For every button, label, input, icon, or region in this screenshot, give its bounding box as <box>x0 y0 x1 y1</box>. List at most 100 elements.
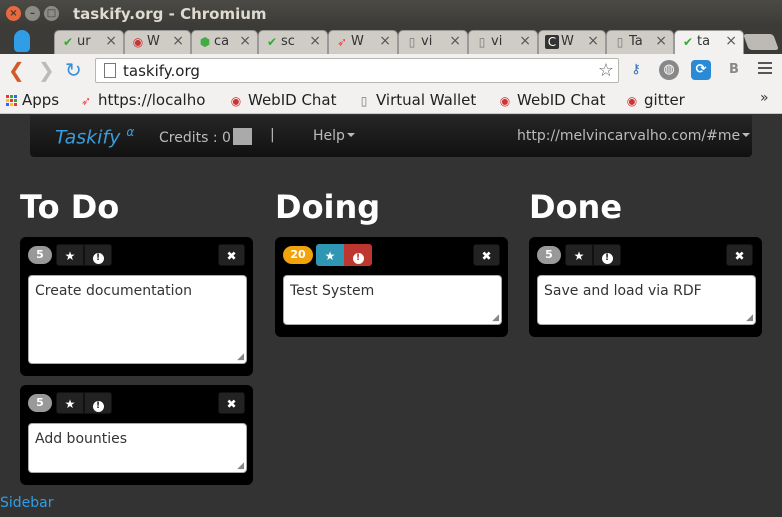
bounty-badge: 5 <box>537 246 561 264</box>
delete-task-button[interactable]: ✖ <box>218 392 245 414</box>
task-text-field[interactable]: Test System ◢ <box>283 275 502 325</box>
window-maximize-button[interactable]: □ <box>44 6 59 21</box>
checkmark-icon: ✔ <box>682 35 694 49</box>
app-navbar: Taskify α Credits : 0 | Help http://melv… <box>30 115 752 157</box>
delete-task-button[interactable]: ✖ <box>726 244 753 266</box>
browser-tab[interactable]: ▯ Ta × <box>606 30 674 54</box>
address-url[interactable]: taskify.org <box>123 62 200 80</box>
page-icon <box>104 63 116 78</box>
c-icon: C <box>545 35 559 49</box>
forward-arrow-icon[interactable]: ❯ <box>38 59 55 81</box>
browser-tab[interactable]: ✔ ur × <box>54 30 124 54</box>
browser-tab[interactable]: ◉ W × <box>124 30 191 54</box>
tab-close-icon[interactable]: × <box>449 33 461 49</box>
browser-tab[interactable]: ➶ W × <box>328 30 398 54</box>
star-button[interactable]: ★ <box>56 392 84 414</box>
sidebar-link[interactable]: Sidebar <box>0 495 54 511</box>
address-bar[interactable]: taskify.org ☆ <box>95 58 619 83</box>
bookmark-webid-chat[interactable]: ◉ WebID Chat <box>228 91 337 109</box>
page-icon: ▯ <box>360 94 368 108</box>
extension-sync-icon[interactable]: ⟳ <box>691 60 711 80</box>
star-button-active[interactable]: ★ <box>316 244 344 266</box>
close-icon: ✖ <box>226 249 237 263</box>
window-title: taskify.org - Chromium <box>73 5 267 23</box>
priority-button[interactable]: ! <box>593 244 621 266</box>
tab-close-icon[interactable]: × <box>309 33 321 49</box>
back-arrow-icon[interactable]: ❮ <box>8 59 25 81</box>
priority-button[interactable]: ! <box>84 244 112 266</box>
navbar-separator: | <box>270 127 275 143</box>
priority-button[interactable]: ! <box>84 392 112 414</box>
page-content: Taskify α Credits : 0 | Help http://melv… <box>0 115 782 517</box>
webid-chat-icon: ◉ <box>230 94 242 108</box>
browser-tab[interactable]: ▯ vi × <box>468 30 538 54</box>
window-minimize-button[interactable]: – <box>25 6 40 21</box>
task-card: 5 ★ ! ✖ Add bounties ◢ <box>20 385 253 485</box>
resize-handle-icon[interactable]: ◢ <box>746 313 753 323</box>
extension-bitcoin-icon[interactable]: B <box>724 60 744 80</box>
task-card: 20 ★ ! ✖ Test System ◢ <box>275 237 508 337</box>
chrome-menu-icon[interactable] <box>758 62 772 77</box>
resize-handle-icon[interactable]: ◢ <box>492 313 499 323</box>
window-close-button[interactable]: × <box>6 6 21 21</box>
tab-close-icon[interactable]: × <box>239 33 251 49</box>
checkmark-icon: ✔ <box>266 35 278 49</box>
browser-tab[interactable]: ▯ vi × <box>398 30 468 54</box>
bookmark-webid-chat-2[interactable]: ◉ WebID Chat <box>497 91 606 109</box>
extension-key-icon[interactable]: ⚷ <box>626 60 646 80</box>
exclamation-icon: ! <box>601 253 613 264</box>
tab-close-icon[interactable]: × <box>655 33 667 49</box>
brand-logo[interactable]: Taskify α <box>55 125 134 148</box>
star-button[interactable]: ★ <box>56 244 84 266</box>
column-title-doing: Doing <box>275 188 381 226</box>
star-icon: ★ <box>573 249 585 263</box>
bookmark-star-icon[interactable]: ☆ <box>598 60 614 81</box>
tab-close-icon[interactable]: × <box>587 33 599 49</box>
close-icon: ✖ <box>481 249 492 263</box>
browser-tab-active[interactable]: ✔ ta × <box>674 30 744 54</box>
delete-task-button[interactable]: ✖ <box>473 244 500 266</box>
tab-strip: ✔ ur × ◉ W × ⬢ ca × ✔ sc × ➶ W × ▯ vi × … <box>0 28 782 54</box>
star-button[interactable]: ★ <box>565 244 593 266</box>
user-dropdown[interactable]: http://melvincarvalho.com/#me <box>517 128 751 144</box>
bookmarks-overflow-icon[interactable]: » <box>760 90 769 106</box>
resize-handle-icon[interactable]: ◢ <box>237 352 244 362</box>
reload-icon[interactable]: ↻ <box>65 59 82 81</box>
page-icon: ▯ <box>616 35 624 49</box>
task-text-field[interactable]: Save and load via RDF ◢ <box>537 275 756 325</box>
help-dropdown[interactable]: Help <box>313 128 355 144</box>
delete-task-button[interactable]: ✖ <box>218 244 245 266</box>
rocket-icon: ➶ <box>336 35 348 49</box>
cube-icon: ⬢ <box>199 35 211 49</box>
bounty-badge: 5 <box>28 394 52 412</box>
browser-tab[interactable]: C W × <box>538 30 606 54</box>
task-text-field[interactable]: Create documentation ◢ <box>28 275 247 364</box>
close-icon: ✖ <box>226 397 237 411</box>
tab-close-icon[interactable]: × <box>172 33 184 49</box>
bounty-badge: 5 <box>28 246 52 264</box>
browser-tab[interactable]: ⬢ ca × <box>191 30 258 54</box>
bookmark-virtual-wallet[interactable]: ▯ Virtual Wallet <box>356 91 477 109</box>
resize-handle-icon[interactable]: ◢ <box>237 461 244 471</box>
column-title-todo: To Do <box>20 188 120 226</box>
rocket-icon: ➶ <box>80 94 92 108</box>
bookmark-localhost[interactable]: ➶ https://localho <box>78 91 205 109</box>
tab-close-icon[interactable]: × <box>379 33 391 49</box>
tab-close-icon[interactable]: × <box>725 33 737 49</box>
task-card: 5 ★ ! ✖ Create documentation ◢ <box>20 237 253 376</box>
bookmark-apps[interactable]: Apps <box>6 91 59 109</box>
bookmark-gitter[interactable]: ◉ gitter <box>624 91 685 109</box>
apps-grid-icon <box>6 95 17 106</box>
star-icon: ★ <box>64 397 76 411</box>
task-text-field[interactable]: Add bounties ◢ <box>28 423 247 473</box>
tab-close-icon[interactable]: × <box>519 33 531 49</box>
browser-tab[interactable]: ✔ sc × <box>258 30 328 54</box>
tab-close-icon[interactable]: × <box>105 33 117 49</box>
exclamation-icon: ! <box>92 253 104 264</box>
profile-avatar-icon[interactable] <box>14 30 30 52</box>
extension-globe-icon[interactable]: ◍ <box>659 60 679 80</box>
new-tab-button[interactable] <box>743 34 779 50</box>
exclamation-icon: ! <box>92 401 104 412</box>
close-icon: ✖ <box>734 249 745 263</box>
priority-button-active[interactable]: ! <box>344 244 372 266</box>
